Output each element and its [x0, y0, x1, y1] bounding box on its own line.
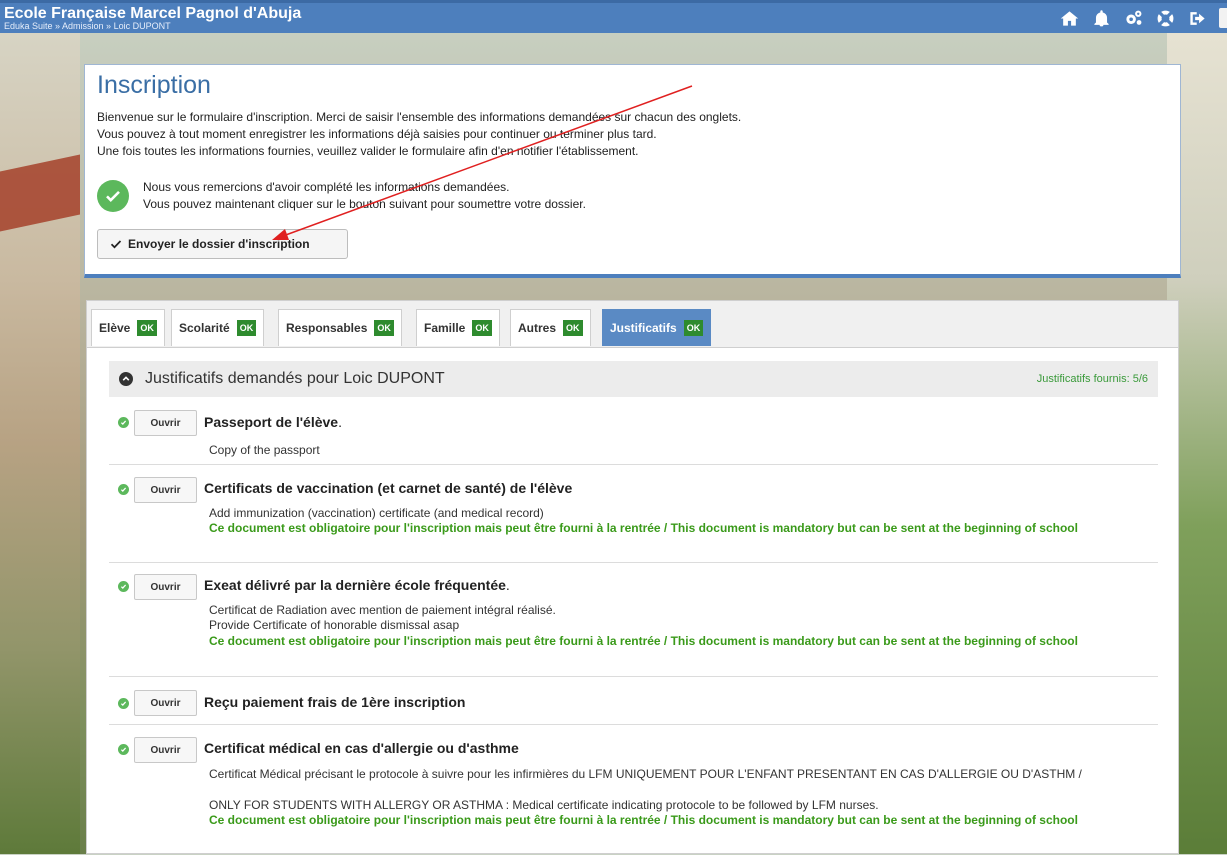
- tab-label: Responsables: [286, 321, 368, 335]
- chevron-up-icon[interactable]: [119, 372, 133, 386]
- mandatory-notice: Ce document est obligatoire pour l'inscr…: [209, 521, 1078, 535]
- intro-line: Une fois toutes les informations fournie…: [97, 144, 639, 158]
- open-document-button[interactable]: Ouvrir: [134, 477, 197, 503]
- document-description: Add immunization (vaccination) certifica…: [209, 506, 544, 520]
- open-document-button[interactable]: Ouvrir: [134, 574, 197, 600]
- provided-check-icon: [118, 744, 129, 755]
- document-description: Provide Certificate of honorable dismiss…: [209, 618, 460, 632]
- ok-badge: OK: [236, 320, 257, 336]
- document-item-vaccination: Ouvrir Certificats de vaccination (et ca…: [109, 469, 1158, 563]
- tabs-bar: Elève OK Scolarité OK Responsables OK Fa…: [87, 301, 1178, 348]
- open-document-button[interactable]: Ouvrir: [134, 410, 197, 436]
- ok-badge: OK: [374, 320, 394, 336]
- form-content: Elève OK Scolarité OK Responsables OK Fa…: [86, 300, 1179, 854]
- tab-eleve[interactable]: Elève OK: [91, 309, 165, 346]
- intro-text: Bienvenue sur le formulaire d'inscriptio…: [97, 109, 741, 160]
- mandatory-notice: Ce document est obligatoire pour l'inscr…: [209, 813, 1078, 827]
- sign-out-icon[interactable]: [1187, 8, 1207, 28]
- intro-line: Bienvenue sur le formulaire d'inscriptio…: [97, 110, 742, 124]
- open-document-button[interactable]: Ouvrir: [134, 690, 197, 716]
- document-title: Certificat médical en cas d'allergie ou …: [204, 740, 519, 756]
- background-building-left: [0, 33, 80, 854]
- send-application-label: Envoyer le dossier d'inscription: [128, 237, 310, 251]
- completion-line: Nous vous remercions d'avoir complété le…: [143, 180, 510, 194]
- navbar-icons: [1059, 8, 1227, 28]
- success-check-icon: [97, 180, 129, 212]
- intro-line: Vous pouvez à tout moment enregistrer le…: [97, 127, 657, 141]
- check-icon: [110, 240, 122, 249]
- section-title: Justificatifs demandés pour Loic DUPONT: [145, 370, 445, 387]
- document-title: Exeat délivré par la dernière école fréq…: [204, 577, 506, 593]
- help-ring-icon[interactable]: [1155, 8, 1175, 28]
- ok-badge: OK: [563, 320, 583, 336]
- document-name: Exeat délivré par la dernière école fréq…: [204, 577, 510, 593]
- tab-justificatifs[interactable]: Justificatifs OK: [602, 309, 712, 346]
- page-title: Inscription: [97, 71, 211, 99]
- tab-label: Elève: [99, 321, 131, 335]
- provided-check-icon: [118, 484, 129, 495]
- section-header[interactable]: Justificatifs demandés pour Loic DUPONT …: [109, 361, 1158, 397]
- tab-label: Autres: [518, 321, 557, 335]
- provided-check-icon: [118, 581, 129, 592]
- inscription-panel: Inscription Bienvenue sur le formulaire …: [84, 64, 1181, 278]
- bell-icon[interactable]: [1091, 8, 1111, 28]
- provided-check-icon: [118, 417, 129, 428]
- document-item-medical-certificate: Ouvrir Certificat médical en cas d'aller…: [109, 729, 1158, 855]
- document-item-exeat: Ouvrir Exeat délivré par la dernière éco…: [109, 567, 1158, 677]
- documents-count: Justificatifs fournis: 5/6: [1036, 373, 1148, 385]
- document-description: Copy of the passport: [209, 443, 320, 457]
- mandatory-notice: Ce document est obligatoire pour l'inscr…: [209, 634, 1078, 648]
- document-description: ONLY FOR STUDENTS WITH ALLERGY OR ASTHMA…: [209, 798, 879, 812]
- background-roof: [0, 154, 80, 232]
- ok-badge: OK: [683, 320, 704, 336]
- tab-responsables[interactable]: Responsables OK: [278, 309, 402, 346]
- ok-badge: OK: [137, 320, 157, 336]
- completion-message: Nous vous remercions d'avoir complété le…: [143, 179, 586, 213]
- open-document-button[interactable]: Ouvrir: [134, 737, 197, 763]
- tab-label: Famille: [424, 321, 466, 335]
- document-title-suffix: .: [338, 414, 342, 430]
- document-item-passport: Ouvrir Passeport de l'élève. Copy of the…: [109, 405, 1158, 465]
- home-icon[interactable]: [1059, 8, 1079, 28]
- document-title: Passeport de l'élève: [204, 414, 339, 430]
- tab-label: Scolarité: [179, 321, 230, 335]
- tab-scolarite[interactable]: Scolarité OK: [171, 309, 265, 346]
- top-navbar: Ecole Française Marcel Pagnol d'Abuja Ed…: [0, 0, 1227, 33]
- document-description: Certificat de Radiation avec mention de …: [209, 603, 556, 617]
- document-title-suffix: .: [505, 577, 510, 593]
- sidebar-toggle-icon[interactable]: [1219, 8, 1227, 28]
- tab-famille[interactable]: Famille OK: [416, 309, 500, 346]
- document-item-payment-receipt: Ouvrir Reçu paiement frais de 1ère inscr…: [109, 681, 1158, 725]
- ok-badge: OK: [472, 320, 492, 336]
- send-application-button[interactable]: Envoyer le dossier d'inscription: [97, 229, 348, 259]
- cogs-icon[interactable]: [1123, 8, 1143, 28]
- provided-check-icon: [118, 698, 129, 709]
- document-description: Certificat Médical précisant le protocol…: [209, 767, 1082, 781]
- document-name: Passeport de l'élève.: [204, 414, 342, 430]
- tab-autres[interactable]: Autres OK: [510, 309, 591, 346]
- document-title: Reçu paiement frais de 1ère inscription: [204, 694, 466, 710]
- document-title: Certificats de vaccination (et carnet de…: [204, 480, 573, 496]
- completion-line: Vous pouvez maintenant cliquer sur le bo…: [143, 197, 586, 211]
- breadcrumb: Eduka Suite » Admission » Loic DUPONT: [4, 21, 171, 31]
- tab-label: Justificatifs: [610, 321, 677, 335]
